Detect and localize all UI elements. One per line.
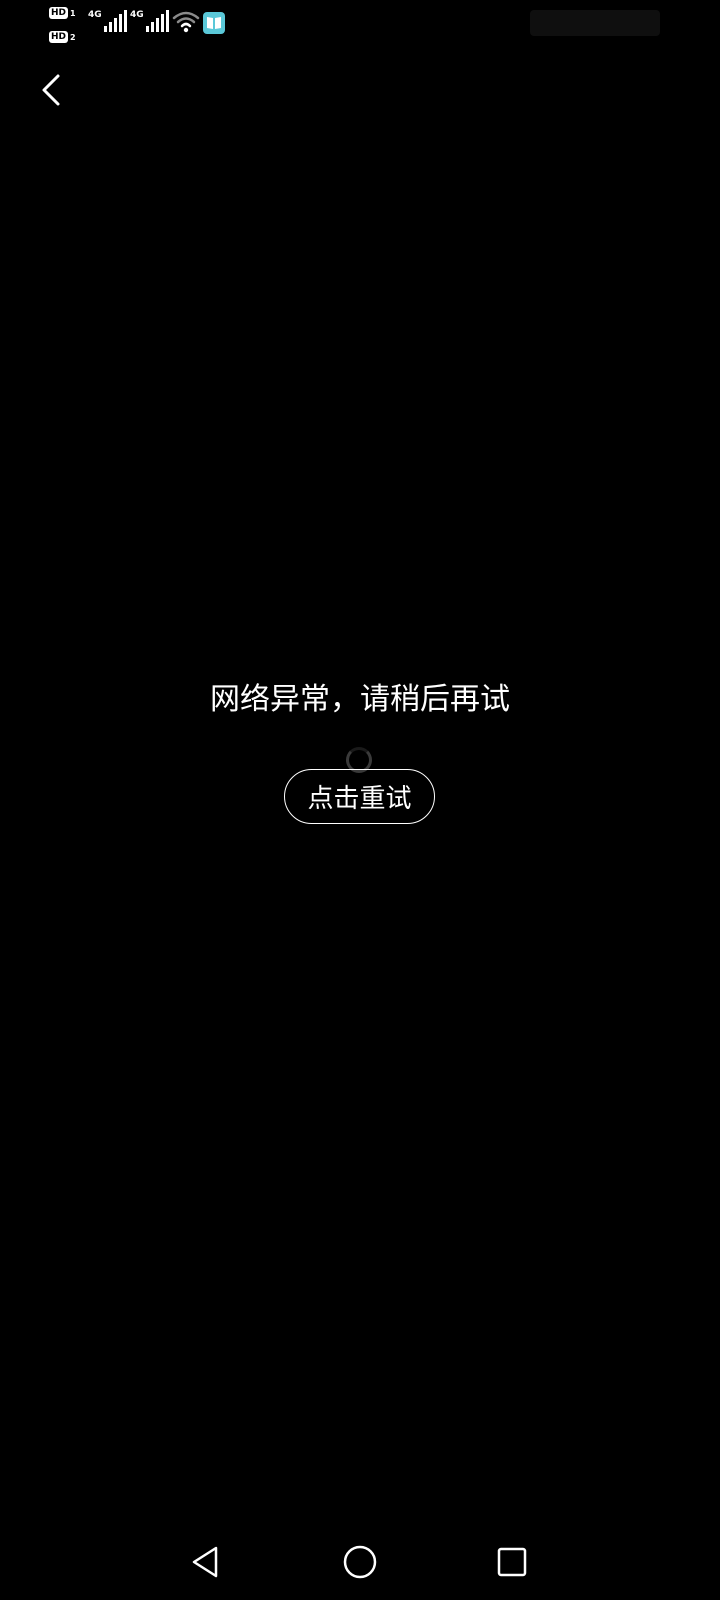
hd-badge-sim2: HD 2 bbox=[49, 30, 76, 44]
network-type-label: 4G bbox=[88, 10, 102, 20]
wifi-icon bbox=[172, 10, 200, 34]
status-bar: HD 1 HD 2 4G 4G bbox=[0, 0, 720, 50]
network-type-label: 4G bbox=[130, 10, 144, 20]
hd-label: HD bbox=[49, 7, 69, 19]
signal-bars-icon bbox=[145, 10, 169, 32]
back-triangle-icon bbox=[192, 1546, 218, 1578]
signal-sim2: 4G bbox=[130, 10, 169, 32]
recents-square-icon bbox=[497, 1547, 527, 1577]
sim-indicators: HD 1 HD 2 bbox=[49, 6, 83, 46]
sim-slot-number: 2 bbox=[70, 32, 76, 42]
hd-badge-sim1: HD 1 bbox=[49, 6, 76, 20]
nav-recents-button[interactable] bbox=[490, 1540, 534, 1584]
retry-button[interactable]: 点击重试 bbox=[284, 769, 435, 824]
screen: HD 1 HD 2 4G 4G 网络异常，请稍后再试 点击重试 bbox=[0, 0, 720, 1600]
nav-back-button[interactable] bbox=[184, 1540, 228, 1584]
home-circle-icon bbox=[343, 1545, 377, 1579]
sim-slot-number: 1 bbox=[70, 8, 76, 18]
status-right-area bbox=[530, 10, 660, 36]
hd-label: HD bbox=[49, 31, 69, 43]
back-button[interactable] bbox=[28, 66, 76, 114]
signal-sim1: 4G bbox=[88, 10, 127, 32]
reader-app-icon bbox=[203, 12, 225, 34]
chevron-left-icon bbox=[42, 74, 60, 106]
nav-home-button[interactable] bbox=[338, 1540, 382, 1584]
network-error-message: 网络异常，请稍后再试 bbox=[210, 682, 510, 717]
system-nav-bar bbox=[0, 1520, 720, 1600]
signal-bars-icon bbox=[103, 10, 127, 32]
